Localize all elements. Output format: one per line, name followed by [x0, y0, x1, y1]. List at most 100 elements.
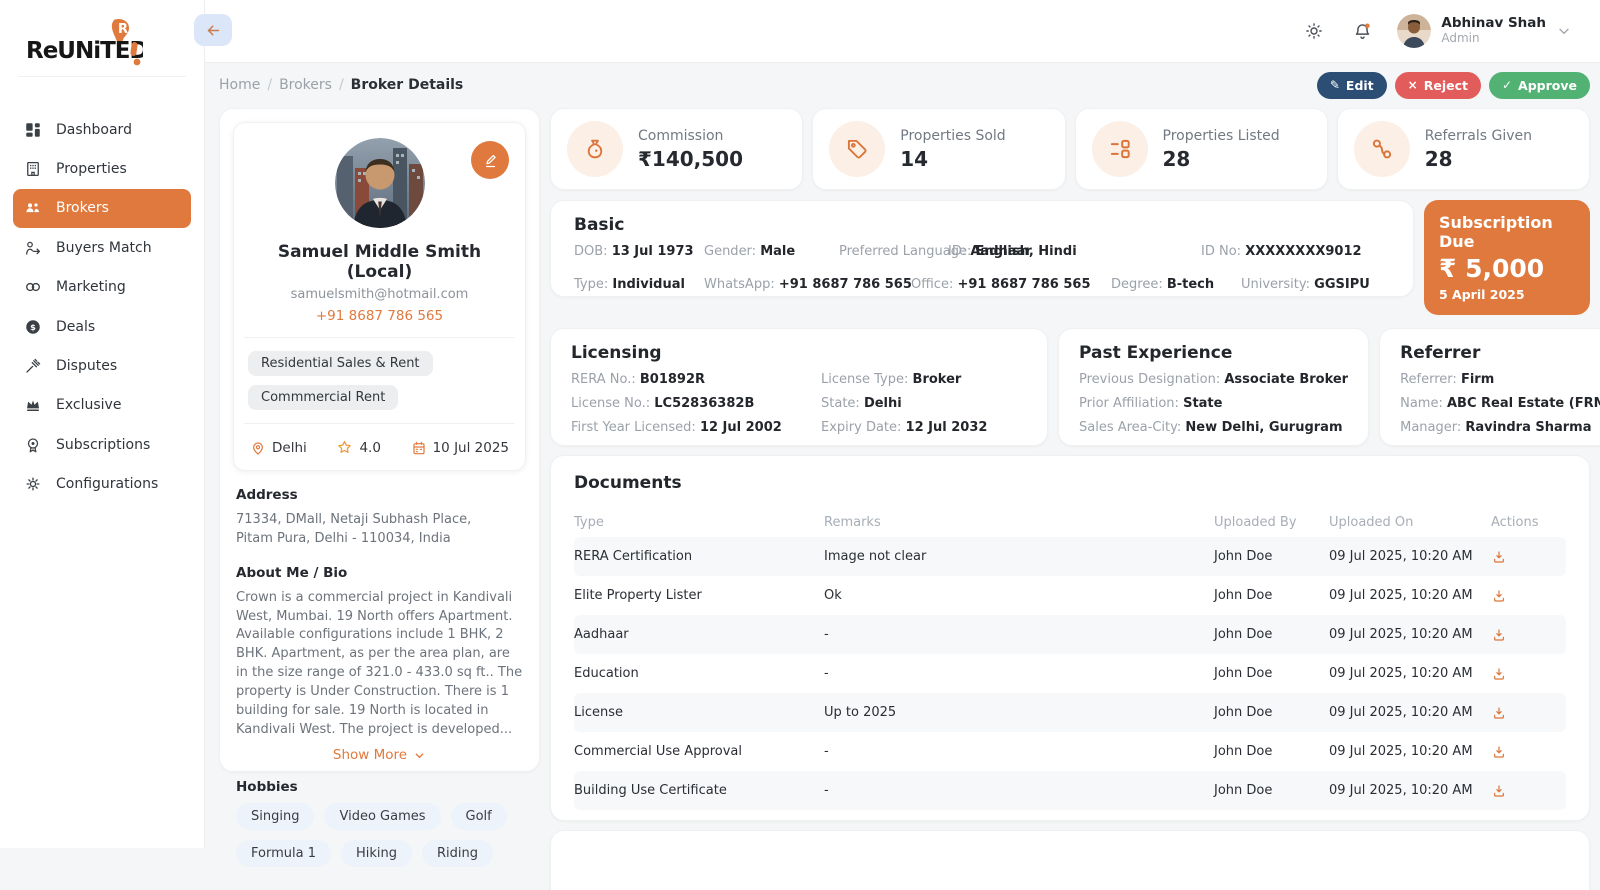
address-line: Pitam Pura, Delhi - 110034, India [236, 530, 523, 549]
tag-icon [829, 121, 885, 177]
download-icon [1491, 549, 1507, 565]
download-button[interactable] [1491, 783, 1566, 799]
reunited-logo-icon: R ReUNiTED [18, 14, 143, 72]
sidebar-item-label: Exclusive [56, 397, 121, 413]
hobby-pill: Hiking [341, 840, 412, 867]
sidebar-item-deals[interactable]: $ Deals [0, 307, 204, 346]
col-remarks: Remarks [824, 515, 1214, 530]
marketing-icon [24, 278, 42, 296]
breadcrumb-current: Broker Details [351, 77, 464, 93]
doc-type: Aadhaar [574, 627, 824, 642]
approve-button-label: Approve [1518, 78, 1577, 93]
hobby-pill: Golf [451, 803, 507, 830]
building-icon [24, 160, 42, 178]
download-button[interactable] [1491, 588, 1566, 604]
details-column: Commission ₹140,500 Properties Sold 14 [550, 108, 1590, 890]
sidebar-item-label: Deals [56, 319, 95, 335]
sidebar-item-marketing[interactable]: Marketing [0, 268, 204, 307]
hobbies-list: Singing Video Games Golf Formula 1 Hikin… [236, 803, 523, 867]
broker-email: samuelsmith@hotmail.com [248, 287, 511, 302]
field-license-no: License No.: LC52836382B [571, 396, 821, 411]
edit-button[interactable]: ✎ Edit [1317, 72, 1387, 99]
sidebar-item-configurations[interactable]: Configurations [0, 465, 204, 504]
approve-button[interactable]: ✓ Approve [1489, 72, 1590, 99]
sidebar-item-exclusive[interactable]: Exclusive [0, 386, 204, 425]
doc-type: Building Use Certificate [574, 783, 824, 798]
calendar-icon [411, 440, 427, 456]
sidebar: R ReUNiTED Dashboard Properties Brokers … [0, 0, 205, 848]
doc-uploaded-by: John Doe [1214, 627, 1329, 642]
crown-icon [24, 396, 42, 414]
download-icon [1491, 588, 1507, 604]
download-button[interactable] [1491, 549, 1566, 565]
sidebar-item-subscriptions[interactable]: Subscriptions [0, 425, 204, 464]
divider [244, 423, 515, 424]
field-first-year: First Year Licensed: 12 Jul 2002 [571, 420, 821, 435]
subscription-date: 5 April 2025 [1439, 287, 1575, 302]
field-sales-area: Sales Area-City: New Delhi, Gurugram [1079, 420, 1348, 435]
download-icon [1491, 666, 1507, 682]
download-button[interactable] [1491, 627, 1566, 643]
download-button[interactable] [1491, 666, 1566, 682]
notifications-button[interactable] [1349, 18, 1375, 44]
field-gender: Gender: Male [704, 244, 795, 259]
rating-value: 4.0 [359, 440, 380, 456]
user-avatar [1397, 14, 1431, 48]
stat-card-referrals: Referrals Given 28 [1337, 108, 1590, 190]
download-button[interactable] [1491, 705, 1566, 721]
table-row: Commercial Use Approval - John Doe 09 Ju… [574, 732, 1566, 771]
hobby-pill: Singing [236, 803, 314, 830]
doc-uploaded-by: John Doe [1214, 549, 1329, 564]
back-button[interactable] [194, 14, 232, 46]
doc-type: RERA Certification [574, 549, 824, 564]
sidebar-item-label: Disputes [56, 358, 117, 374]
reject-button[interactable]: × Reject [1395, 72, 1481, 99]
sidebar-item-brokers[interactable]: Brokers [13, 189, 191, 228]
specialization-tag: Residential Sales & Rent [248, 351, 433, 376]
sidebar-item-buyers-match[interactable]: Buyers Match [0, 228, 204, 267]
table-row: RERA Certification Image not clear John … [574, 537, 1566, 576]
table-row: Elite Property Lister Ok John Doe 09 Jul… [574, 576, 1566, 615]
sidebar-item-properties[interactable]: Properties [0, 149, 204, 188]
past-experience-card: Past Experience Previous Designation: As… [1058, 328, 1369, 446]
top-header: Abhinav Shah Admin [205, 0, 1600, 63]
app-logo[interactable]: R ReUNiTED [0, 0, 204, 76]
table-row: Education - John Doe 09 Jul 2025, 10:20 … [574, 654, 1566, 693]
location-label: Delhi [272, 440, 307, 456]
field-prev-designation: Previous Designation: Associate Broker [1079, 372, 1348, 387]
field-whatsapp: WhatsApp: +91 8687 786 565 [704, 277, 912, 292]
edit-profile-button[interactable] [471, 141, 509, 179]
show-more-link[interactable]: Show More [236, 747, 523, 763]
theme-toggle-button[interactable] [1301, 18, 1327, 44]
table-row: Aadhaar - John Doe 09 Jul 2025, 10:20 AM [574, 615, 1566, 654]
bell-icon [1352, 21, 1373, 42]
hobby-pill: Formula 1 [236, 840, 331, 867]
doc-uploaded-by: John Doe [1214, 783, 1329, 798]
breadcrumb: Home / Brokers / Broker Details [219, 77, 463, 93]
stat-value: 14 [900, 147, 1005, 171]
sidebar-item-dashboard[interactable]: Dashboard [0, 110, 204, 149]
doc-remarks: Up to 2025 [824, 705, 1214, 720]
gear-icon [24, 475, 42, 493]
referrer-card: Referrer Referrer: Firm Name: ABC Real E… [1379, 328, 1600, 446]
breadcrumb-brokers[interactable]: Brokers [279, 77, 332, 93]
sidebar-item-disputes[interactable]: Disputes [0, 346, 204, 385]
download-button[interactable] [1491, 744, 1566, 760]
licensing-col-2: License Type: Broker State: Delhi Expiry… [821, 363, 987, 435]
field-id-no: ID No: XXXXXXXX9012 [1201, 244, 1362, 259]
field-prior-affiliation: Prior Affiliation: State [1079, 396, 1348, 411]
breadcrumb-home[interactable]: Home [219, 77, 260, 93]
broker-profile-card: Samuel Middle Smith (Local) samuelsmith@… [219, 108, 540, 772]
sidebar-item-label: Configurations [56, 476, 158, 492]
address-text: 71334, DMall, Netaji Subhash Place, Pita… [236, 511, 523, 549]
x-icon: × [1408, 78, 1418, 92]
field-referrer-name: Name: ABC Real Estate (FRM 68263) [1400, 396, 1600, 411]
documents-card: Documents Type Remarks Uploaded By Uploa… [550, 455, 1590, 821]
user-menu[interactable]: Abhinav Shah Admin [1397, 14, 1572, 48]
broker-phone[interactable]: +91 8687 786 565 [248, 308, 511, 324]
bio-title: About Me / Bio [236, 565, 523, 581]
next-section-card [550, 830, 1590, 890]
field-rera-no: RERA No.: B01892R [571, 372, 821, 387]
pencil-icon: ✎ [1330, 78, 1340, 92]
sidebar-divider [18, 76, 186, 77]
